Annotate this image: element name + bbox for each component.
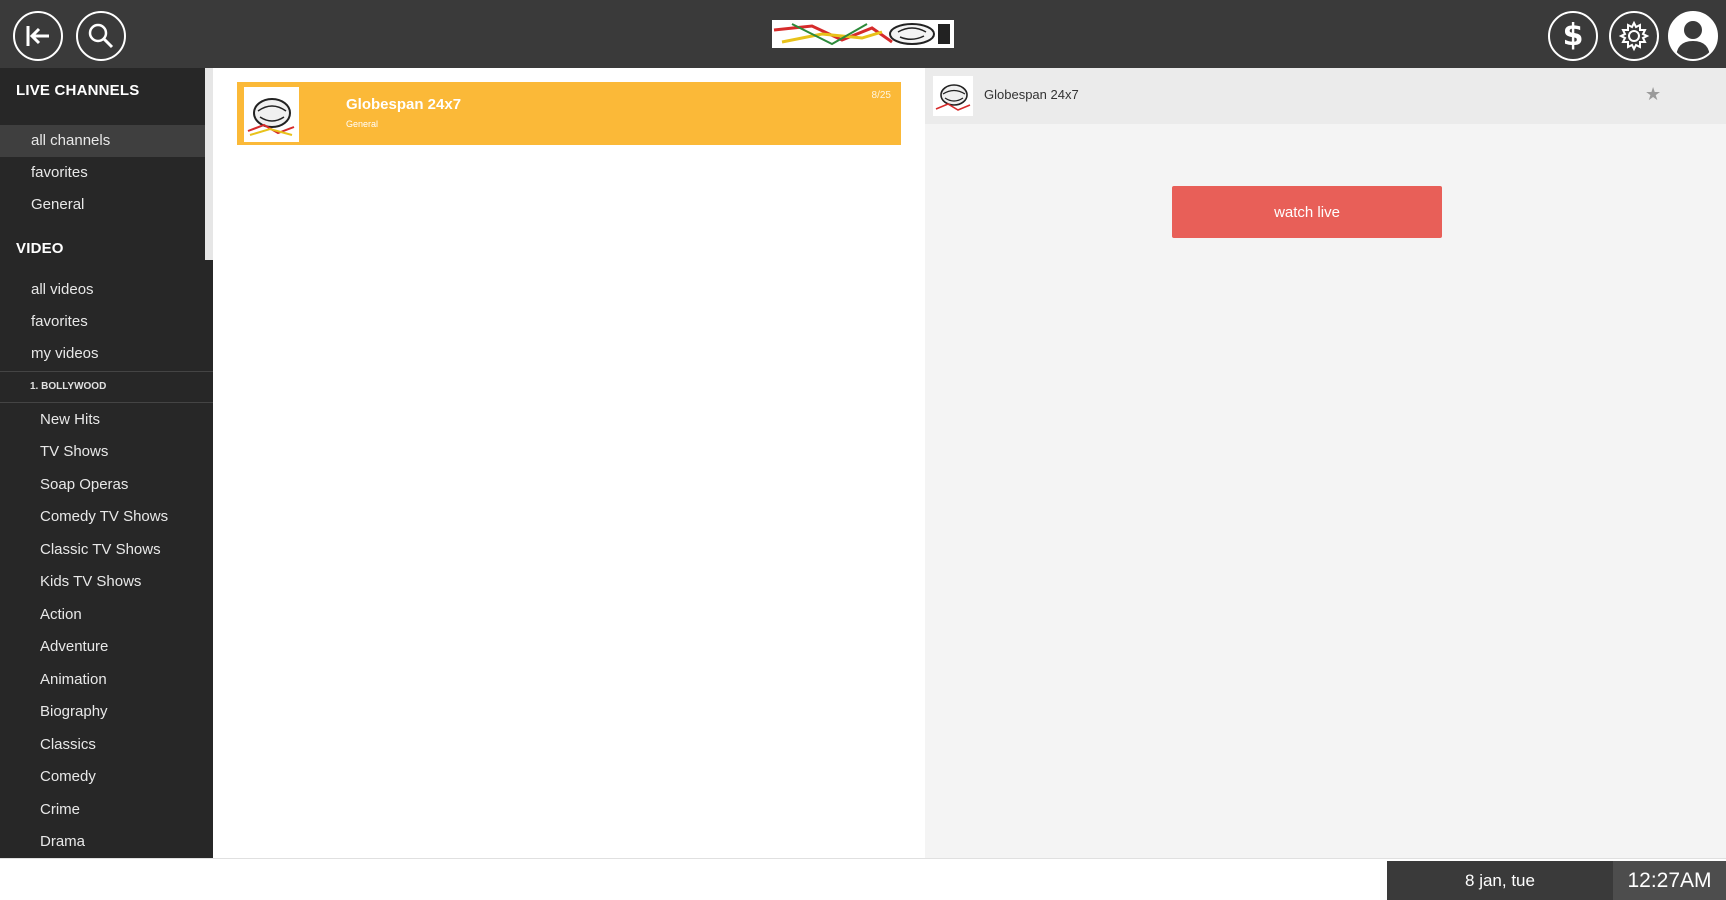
- live-channels-header: LIVE CHANNELS: [16, 82, 140, 99]
- favorite-star-icon[interactable]: ★: [1645, 84, 1661, 105]
- top-bar: $: [0, 0, 1726, 68]
- category-item[interactable]: Comedy: [0, 761, 205, 793]
- app-logo: [772, 20, 954, 48]
- sidebar: LIVE CHANNELS all channels favorites Gen…: [0, 68, 213, 858]
- channel-list: Globespan 24x7 General 8/25: [213, 68, 925, 858]
- category-item[interactable]: Adventure: [0, 631, 205, 663]
- channel-category: General: [346, 119, 379, 129]
- clock-display: 12:27AM: [1613, 861, 1726, 900]
- sidebar-item-my-videos[interactable]: my videos: [0, 338, 205, 370]
- sidebar-scrollbar[interactable]: [205, 68, 213, 260]
- sidebar-item-video-favorites[interactable]: favorites: [0, 306, 205, 338]
- category-item[interactable]: Action: [0, 599, 205, 631]
- channel-thumbnail: [244, 87, 299, 142]
- channel-badge: 8/25: [871, 90, 891, 101]
- exit-arrow-icon: [26, 26, 49, 46]
- status-bar: 8 jan, tue 12:27AM: [0, 858, 1726, 900]
- sidebar-item-live-favorites[interactable]: favorites: [0, 157, 205, 189]
- category-item[interactable]: Crime: [0, 794, 205, 826]
- detail-header: Globespan 24x7 ★: [925, 68, 1726, 124]
- settings-button[interactable]: [1609, 11, 1659, 61]
- category-item[interactable]: Animation: [0, 664, 205, 696]
- watch-live-button[interactable]: watch live: [1172, 186, 1442, 238]
- category-item[interactable]: Drama: [0, 826, 205, 858]
- sidebar-item-all-videos[interactable]: all videos: [0, 274, 205, 306]
- category-item[interactable]: Classic TV Shows: [0, 534, 205, 566]
- detail-channel-name: Globespan 24x7: [984, 87, 1079, 102]
- category-item[interactable]: TV Shows: [0, 436, 205, 468]
- search-icon: [88, 23, 114, 49]
- dollar-button[interactable]: $: [1548, 11, 1598, 61]
- date-display: 8 jan, tue: [1387, 861, 1613, 900]
- dollar-icon: $: [1562, 18, 1584, 53]
- category-item[interactable]: Biography: [0, 696, 205, 728]
- channel-detail-panel: Globespan 24x7 ★ watch live: [925, 68, 1726, 858]
- category-item[interactable]: Kids TV Shows: [0, 566, 205, 598]
- sidebar-item-all-channels[interactable]: all channels: [0, 125, 205, 157]
- detail-thumbnail: [933, 76, 973, 116]
- category-item[interactable]: New Hits: [0, 404, 205, 436]
- channel-name: Globespan 24x7: [346, 96, 462, 113]
- category-item[interactable]: Comedy TV Shows: [0, 501, 205, 533]
- app-window: $ LIVE CHANNELS all channels favorites G…: [0, 0, 1726, 900]
- sidebar-item-general[interactable]: General: [0, 189, 205, 221]
- video-header: VIDEO: [16, 240, 64, 257]
- channel-card[interactable]: Globespan 24x7 General 8/25: [237, 82, 901, 145]
- gear-icon: [1618, 20, 1650, 52]
- user-icon: [1676, 21, 1710, 59]
- category-item[interactable]: Soap Operas: [0, 469, 205, 501]
- category-item[interactable]: Classics: [0, 729, 205, 761]
- category-group-header[interactable]: 1. BOLLYWOOD: [0, 371, 213, 403]
- search-button[interactable]: [76, 11, 126, 61]
- user-button[interactable]: [1668, 11, 1718, 61]
- back-button[interactable]: [13, 11, 63, 61]
